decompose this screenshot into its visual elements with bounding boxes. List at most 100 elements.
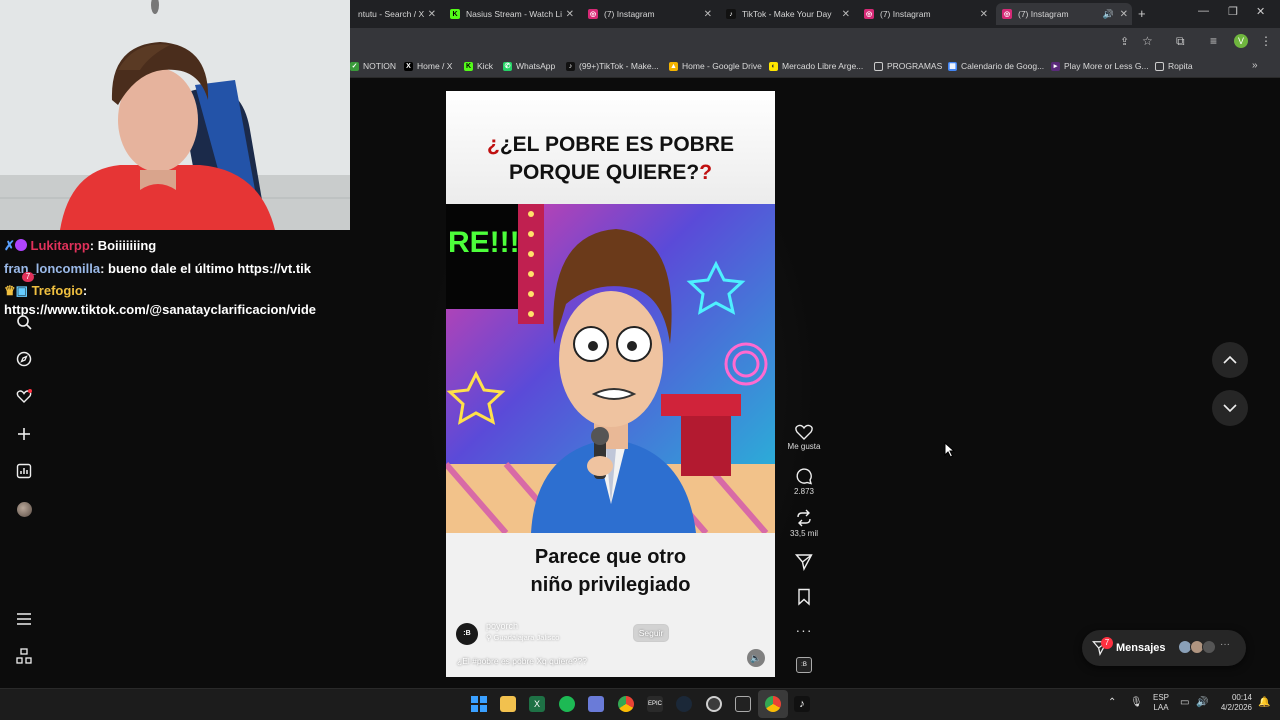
next-reel-button[interactable] [1212,390,1248,426]
mercadolibre-icon: ◐ [769,61,778,71]
network-icon[interactable]: ▭ [1180,697,1189,708]
bookmark-item[interactable]: ◐ Mercado Libre Arge... [769,61,863,71]
bookmark-item[interactable]: ▲ Home - Google Drive [669,61,762,71]
x-icon: X [404,61,413,71]
audio-thumbnail: :B [796,657,812,673]
epic-games-icon[interactable]: EPIC [647,696,663,712]
bookmark-item[interactable]: ✆ WhatsApp [503,61,555,71]
meta-apps-icon[interactable] [15,647,33,665]
excel-icon[interactable]: X [529,696,545,712]
browser-menu-icon[interactable]: ⋮ [1260,34,1272,48]
comment-button[interactable]: 2.873 [784,467,824,496]
browser-tab[interactable]: ◎ (7) Instagram ✕ [582,3,716,25]
browser-tab[interactable]: ntutu - Search / X ✕ [352,3,440,25]
browser-tab[interactable]: ◎ (7) Instagram ✕ [858,3,992,25]
volume-icon[interactable]: 🔊 [1196,697,1208,708]
store-icon[interactable] [588,696,604,712]
bookmark-item[interactable]: ✓ NOTION [350,61,396,71]
repost-button[interactable]: 33,5 mil [784,509,824,538]
obs-icon[interactable] [706,696,722,712]
new-tab-button[interactable]: + [1138,6,1146,21]
profile-avatar[interactable]: V [1234,34,1248,48]
reel-video[interactable]: ¿¿EL POBRE ES POBRE PORQUE QUIERE?? RE!!… [446,91,775,677]
bookmark-item[interactable]: ♪ (99+)TikTok - Make... [566,61,659,71]
file-explorer-icon[interactable] [500,696,516,712]
bookmark-label: Mercado Libre Arge... [782,61,864,71]
more-contacts-icon: ··· [1220,639,1230,650]
install-app-icon[interactable]: ⇪ [1120,35,1129,48]
bookmark-folder[interactable]: PROGRAMAS [874,61,942,71]
capcut-icon[interactable] [735,696,751,712]
steam-icon[interactable] [676,696,692,712]
reel-description[interactable]: ¿El #pobre es pobre Xq quiere??? [457,656,587,666]
mute-toggle-icon[interactable]: 🔈 [747,649,765,667]
explore-icon[interactable] [15,350,33,368]
share-button[interactable] [784,553,824,573]
create-plus-icon[interactable] [15,425,33,443]
system-clock[interactable]: 00:14 4/2/2026 [1216,693,1252,713]
restore-button[interactable]: ❐ [1228,5,1238,18]
language-indicator[interactable]: ESP LAA [1153,693,1169,713]
like-label: Me gusta [787,442,821,451]
browser-tab[interactable]: K Nasius Stream - Watch Li ✕ [444,3,578,25]
dashboard-icon[interactable] [15,462,33,480]
close-window-button[interactable]: ✕ [1256,5,1265,18]
close-tab-icon[interactable]: ✕ [704,9,712,20]
bookmark-item[interactable]: ▸ Play More or Less G... [1051,61,1149,71]
minimize-button[interactable]: — [1198,5,1209,17]
bookmark-label: NOTION [363,61,397,71]
chat-message: ✗ Lukitarpp: Boiiiiiiing [4,238,157,253]
microphone-icon[interactable]: 🎙 [1130,697,1143,708]
follow-button[interactable]: Seguir [633,624,669,642]
bookmark-star-icon[interactable]: ☆ [1142,34,1153,48]
speaker-icon[interactable]: 🔊 [1103,9,1114,20]
browser-tab[interactable]: ♪ TikTok - Make Your Day ✕ [720,3,854,25]
extensions-icon[interactable]: ⧉ [1176,34,1185,49]
crown-badge-icon: ♛ [4,283,16,298]
bookmark-label: Play More or Less G... [1064,61,1149,71]
notification-center-icon[interactable]: 🔔 [1258,697,1270,708]
author-location[interactable]: ⚲ Guadalajara Jalisco [486,633,559,642]
tab-label: (7) Instagram [1018,9,1069,19]
chrome-icon[interactable] [618,696,634,712]
previous-reel-button[interactable] [1212,342,1248,378]
author-username[interactable]: poyorch [486,621,518,631]
tab-label: ntutu - Search / X [358,9,425,19]
close-tab-icon[interactable]: ✕ [428,9,436,20]
close-tab-icon[interactable]: ✕ [566,9,574,20]
audio-button[interactable]: :B [784,657,824,673]
send-icon [794,554,813,572]
media-control-icon[interactable]: ≡ [1210,34,1217,48]
start-button[interactable] [471,696,487,712]
menu-hamburger-icon[interactable] [15,610,33,628]
bookmark-item[interactable]: ▦ Calendario de Goog... [948,61,1044,71]
chevron-up-icon [1223,355,1237,364]
browser-tab-active[interactable]: ◎ (7) Instagram 🔊 ✕ [996,3,1132,25]
reel-caption-line2: niño privilegiado [530,574,691,596]
author-avatar[interactable]: :B [456,623,478,645]
profile-avatar[interactable] [15,500,33,518]
like-button[interactable]: Me gusta [784,424,824,451]
close-tab-icon[interactable]: ✕ [842,9,850,20]
close-tab-icon[interactable]: ✕ [1120,9,1128,20]
bookmark-label: Home - Google Drive [682,61,762,71]
more-options-icon[interactable]: ··· [784,622,824,638]
more-bookmarks-icon[interactable]: » [1252,60,1258,71]
tray-overflow-icon[interactable]: ⌃ [1108,697,1116,708]
chrome-active-icon[interactable] [765,696,781,712]
search-icon[interactable] [15,313,33,331]
bookmark-label: Kick [477,61,494,71]
tab-label: (7) Instagram [604,9,655,19]
save-button[interactable] [784,588,824,608]
close-tab-icon[interactable]: ✕ [980,9,988,20]
bookmark-item[interactable]: X Home / X [404,61,452,71]
messages-button[interactable]: 7 Mensajes ··· [1082,630,1246,666]
tiktok-icon[interactable]: ♪ [794,696,810,712]
notifications-heart-icon[interactable] [15,387,33,405]
spotify-icon[interactable] [559,696,575,712]
chat-message: ♛▣ Trefogio: [4,283,88,298]
language-code: ESP [1153,693,1170,702]
bookmark-folder[interactable]: Ropita [1155,61,1193,71]
webcam-overlay [0,0,350,230]
bookmark-item[interactable]: K Kick [464,61,493,71]
